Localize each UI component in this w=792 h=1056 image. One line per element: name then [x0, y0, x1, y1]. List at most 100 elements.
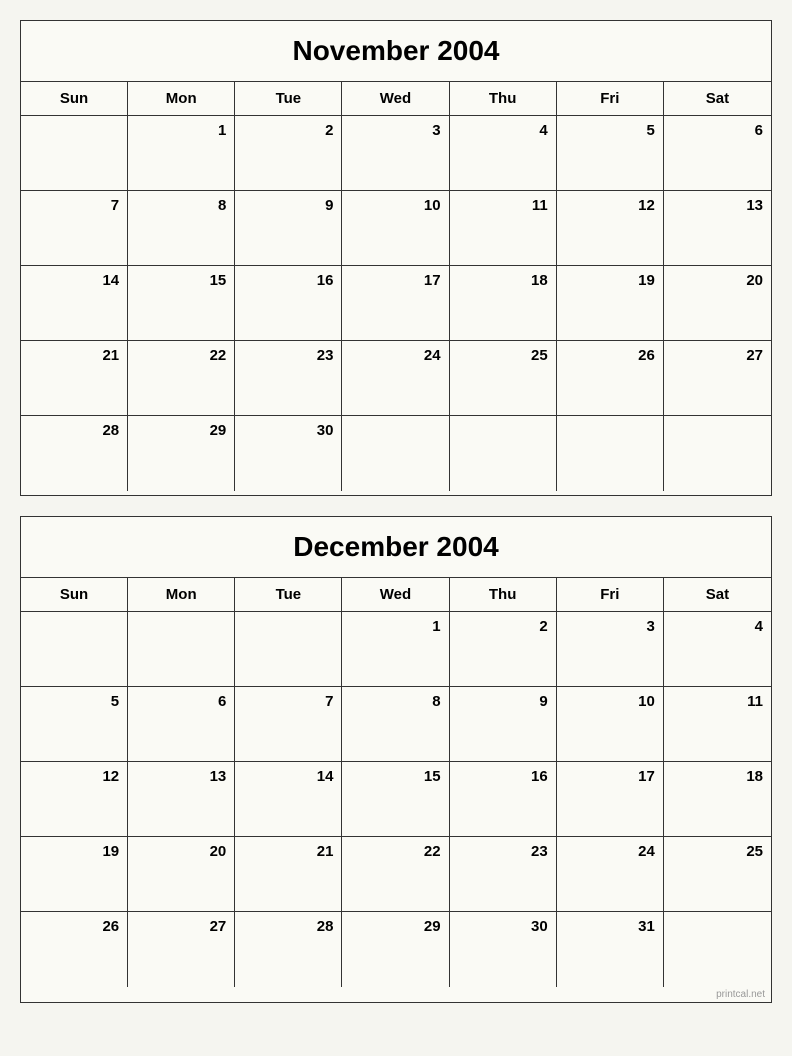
day-cell: 28	[235, 912, 342, 987]
day-cell	[664, 416, 771, 491]
december-title: December 2004	[21, 517, 771, 578]
day-cell: 13	[128, 762, 235, 837]
day-cell: 30	[235, 416, 342, 491]
day-cell: 1	[128, 116, 235, 191]
day-cell: 25	[664, 837, 771, 912]
day-cell: 10	[557, 687, 664, 762]
day-cell: 23	[235, 341, 342, 416]
header-sun: Sun	[21, 82, 128, 116]
day-cell: 24	[557, 837, 664, 912]
day-cell: 17	[557, 762, 664, 837]
november-body: 1234567891011121314151617181920212223242…	[21, 116, 771, 491]
day-cell	[664, 912, 771, 987]
day-cell: 11	[450, 191, 557, 266]
day-cell: 26	[557, 341, 664, 416]
week-row-1: 78910111213	[21, 191, 771, 266]
dec-header-sat: Sat	[664, 578, 771, 612]
day-cell	[450, 416, 557, 491]
day-cell: 23	[450, 837, 557, 912]
day-cell: 1	[342, 612, 449, 687]
day-cell	[128, 612, 235, 687]
day-cell: 21	[21, 341, 128, 416]
week-row-0: 1234	[21, 612, 771, 687]
day-cell	[557, 416, 664, 491]
dec-header-sun: Sun	[21, 578, 128, 612]
week-row-4: 262728293031	[21, 912, 771, 987]
day-cell: 18	[664, 762, 771, 837]
header-fri: Fri	[557, 82, 664, 116]
week-row-1: 567891011	[21, 687, 771, 762]
day-cell: 31	[557, 912, 664, 987]
dec-header-tue: Tue	[235, 578, 342, 612]
week-row-0: 123456	[21, 116, 771, 191]
day-cell: 2	[235, 116, 342, 191]
day-cell: 29	[342, 912, 449, 987]
day-cell: 12	[557, 191, 664, 266]
day-cell: 7	[21, 191, 128, 266]
header-wed: Wed	[342, 82, 449, 116]
day-cell: 14	[21, 266, 128, 341]
november-calendar: November 2004 Sun Mon Tue Wed Thu Fri Sa…	[20, 20, 772, 496]
day-cell: 28	[21, 416, 128, 491]
december-header-grid: Sun Mon Tue Wed Thu Fri Sat	[21, 578, 771, 612]
day-cell: 26	[21, 912, 128, 987]
day-cell: 27	[664, 341, 771, 416]
day-cell	[21, 116, 128, 191]
day-cell: 9	[235, 191, 342, 266]
day-cell: 27	[128, 912, 235, 987]
day-cell: 14	[235, 762, 342, 837]
day-cell: 16	[235, 266, 342, 341]
watermark-dec: printcal.net	[21, 987, 771, 1002]
header-thu: Thu	[450, 82, 557, 116]
dec-header-mon: Mon	[128, 578, 235, 612]
day-cell: 6	[664, 116, 771, 191]
day-cell: 8	[342, 687, 449, 762]
day-cell: 4	[664, 612, 771, 687]
day-cell: 11	[664, 687, 771, 762]
december-body: 1234567891011121314151617181920212223242…	[21, 612, 771, 987]
day-cell: 21	[235, 837, 342, 912]
day-cell: 4	[450, 116, 557, 191]
week-row-3: 21222324252627	[21, 341, 771, 416]
day-cell: 22	[128, 341, 235, 416]
day-cell	[342, 416, 449, 491]
day-cell: 24	[342, 341, 449, 416]
day-cell: 8	[128, 191, 235, 266]
day-cell	[21, 612, 128, 687]
week-row-2: 12131415161718	[21, 762, 771, 837]
day-cell: 15	[342, 762, 449, 837]
december-calendar: December 2004 Sun Mon Tue Wed Thu Fri Sa…	[20, 516, 772, 1003]
day-cell: 19	[557, 266, 664, 341]
day-cell: 25	[450, 341, 557, 416]
day-cell: 3	[342, 116, 449, 191]
day-cell: 13	[664, 191, 771, 266]
november-title: November 2004	[21, 21, 771, 82]
november-grid: Sun Mon Tue Wed Thu Fri Sat	[21, 82, 771, 116]
day-cell: 10	[342, 191, 449, 266]
dec-header-wed: Wed	[342, 578, 449, 612]
day-cell: 6	[128, 687, 235, 762]
day-cell: 17	[342, 266, 449, 341]
day-cell: 30	[450, 912, 557, 987]
day-cell: 16	[450, 762, 557, 837]
day-cell: 5	[557, 116, 664, 191]
day-cell: 18	[450, 266, 557, 341]
day-cell: 7	[235, 687, 342, 762]
day-cell: 20	[664, 266, 771, 341]
day-cell: 3	[557, 612, 664, 687]
day-cell: 20	[128, 837, 235, 912]
day-cell: 22	[342, 837, 449, 912]
header-sat: Sat	[664, 82, 771, 116]
day-cell: 15	[128, 266, 235, 341]
day-cell: 19	[21, 837, 128, 912]
week-row-4: 282930	[21, 416, 771, 491]
watermark-nov	[21, 491, 771, 495]
day-cell: 9	[450, 687, 557, 762]
week-row-2: 14151617181920	[21, 266, 771, 341]
day-cell	[235, 612, 342, 687]
day-cell: 29	[128, 416, 235, 491]
day-cell: 12	[21, 762, 128, 837]
dec-header-fri: Fri	[557, 578, 664, 612]
day-cell: 2	[450, 612, 557, 687]
week-row-3: 19202122232425	[21, 837, 771, 912]
